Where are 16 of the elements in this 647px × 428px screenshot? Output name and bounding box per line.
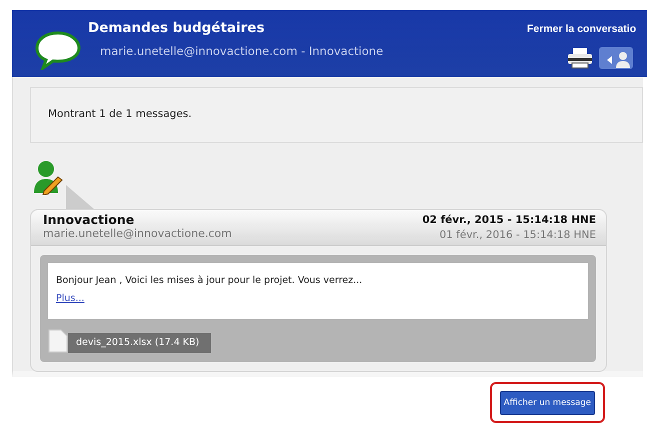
conversation-subtitle: marie.unetelle@innovactione.com - Innovactione bbox=[100, 44, 384, 58]
conversation-title: Demandes budgétaires bbox=[88, 20, 266, 36]
print-icon[interactable] bbox=[567, 47, 593, 69]
message-date: 01 févr., 2016 - 15:14:18 HNE bbox=[438, 229, 596, 241]
sender-email: marie.unetelle@innovactione.com bbox=[43, 227, 232, 240]
attachment-link[interactable]: devis_2015.xlsx (17.4 KB) bbox=[68, 333, 212, 353]
message-count-text: Montrant 1 de 1 messages. bbox=[30, 87, 643, 143]
show-message-button[interactable]: Afficher un message bbox=[500, 391, 595, 415]
user-edit-icon bbox=[34, 159, 64, 195]
message-date: 02 févr., 2015 - 15:14:18 HNE bbox=[422, 214, 596, 226]
chat-bubble-icon bbox=[34, 30, 82, 70]
people-toggle-button[interactable] bbox=[599, 47, 633, 69]
message-preview: Bonjour Jean , Voici les mises à jour pour le projet. Vous verrez... bbox=[56, 275, 364, 286]
sender-name: Innovactione bbox=[43, 212, 136, 227]
close-conversation-link[interactable]: Fermer la conversatio bbox=[527, 23, 636, 35]
more-link[interactable]: Plus... bbox=[56, 293, 84, 304]
